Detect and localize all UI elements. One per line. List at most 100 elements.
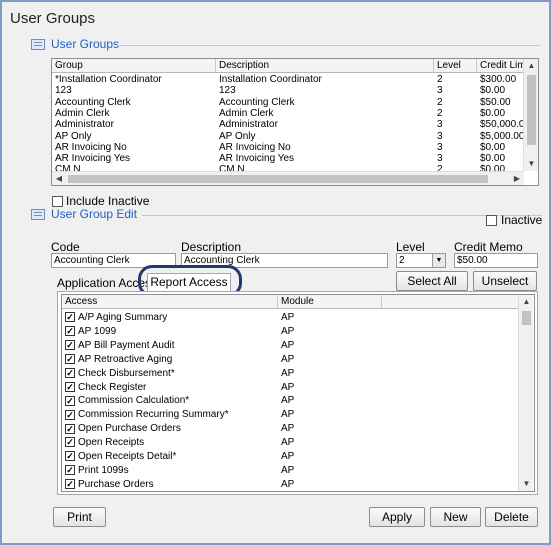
table-row[interactable]: Admin Clerk Admin Clerk 2 $0.00 bbox=[52, 108, 525, 119]
access-name: Commission Recurring Summary* bbox=[78, 409, 229, 421]
access-row[interactable]: ✓ AP Retroactive Aging AP bbox=[62, 353, 382, 366]
check-icon[interactable]: ✓ bbox=[65, 395, 75, 406]
scroll-thumb[interactable] bbox=[522, 311, 531, 325]
scroll-up-icon[interactable]: ▲ bbox=[524, 59, 538, 73]
cell-level: 3 bbox=[437, 130, 443, 142]
access-module: AP bbox=[281, 478, 295, 490]
edit-section-title: User Group Edit bbox=[51, 207, 138, 221]
column-header-module[interactable]: Module bbox=[278, 295, 382, 308]
access-module: AP bbox=[281, 464, 295, 476]
include-inactive-checkbox[interactable] bbox=[52, 196, 63, 207]
new-button[interactable]: New bbox=[430, 507, 481, 527]
check-icon[interactable]: ✓ bbox=[65, 451, 75, 462]
check-icon[interactable]: ✓ bbox=[65, 409, 75, 420]
access-row[interactable]: ✓ Purchase Orders AP bbox=[62, 478, 382, 491]
cell-credit-limit: $0.00 bbox=[480, 141, 506, 153]
check-icon[interactable]: ✓ bbox=[65, 479, 75, 490]
access-vertical-scrollbar[interactable]: ▲ ▼ bbox=[518, 295, 533, 491]
check-icon[interactable]: ✓ bbox=[65, 423, 75, 434]
table-row[interactable]: Accounting Clerk Accounting Clerk 2 $50.… bbox=[52, 97, 525, 108]
access-module: AP bbox=[281, 381, 295, 393]
check-icon[interactable]: ✓ bbox=[65, 437, 75, 448]
cell-level: 2 bbox=[437, 96, 443, 108]
scroll-thumb[interactable] bbox=[527, 75, 536, 145]
cell-level: 2 bbox=[437, 74, 443, 85]
access-module: AP bbox=[281, 367, 295, 379]
check-icon[interactable]: ✓ bbox=[65, 326, 75, 337]
access-row[interactable]: ✓ Commission Recurring Summary* AP bbox=[62, 408, 382, 421]
access-module: AP bbox=[281, 437, 295, 449]
cell-description: Accounting Clerk bbox=[219, 96, 295, 108]
tab-application-access[interactable]: Application Access bbox=[57, 275, 157, 292]
column-header-description[interactable]: Description bbox=[216, 59, 434, 72]
cell-credit-limit: $50.00 bbox=[480, 96, 511, 108]
report-access-panel: Access Module ✓ A/P Aging Summary AP ✓ AP 10… bbox=[57, 291, 538, 495]
cell-credit-limit: $0.00 bbox=[480, 107, 506, 119]
access-row[interactable]: ✓ Open Purchase Orders AP bbox=[62, 422, 382, 435]
access-module: AP bbox=[281, 353, 295, 365]
access-row[interactable]: ✓ A/P Aging Summary AP bbox=[62, 311, 382, 324]
groups-table[interactable]: Group Description Level Credit Limit *In… bbox=[51, 58, 539, 186]
inactive-checkbox[interactable] bbox=[486, 215, 497, 226]
access-module: AP bbox=[281, 325, 295, 337]
groups-vertical-scrollbar[interactable]: ▲ ▼ bbox=[523, 59, 538, 171]
column-header-credit-limit[interactable]: Credit Limit bbox=[477, 59, 525, 72]
user-groups-window: User Groups User Groups Group Descriptio… bbox=[0, 0, 551, 545]
column-header-access[interactable]: Access bbox=[62, 295, 278, 308]
groups-horizontal-scrollbar[interactable]: ◀ ▶ bbox=[52, 171, 524, 185]
cell-description: Administrator bbox=[219, 119, 278, 131]
access-row[interactable]: ✓ AP 1099 AP bbox=[62, 325, 382, 338]
section-divider bbox=[117, 45, 540, 46]
cell-description: AR Invoicing Yes bbox=[219, 153, 295, 165]
access-row[interactable]: ✓ Check Disbursement* AP bbox=[62, 367, 382, 380]
level-label: Level bbox=[396, 240, 425, 254]
scroll-left-icon[interactable]: ◀ bbox=[52, 172, 66, 185]
access-row[interactable]: ✓ Open Receipts AP bbox=[62, 436, 382, 449]
print-button[interactable]: Print bbox=[53, 507, 106, 527]
include-inactive-label: Include Inactive bbox=[66, 194, 150, 208]
level-select[interactable]: 2 ▼ bbox=[396, 253, 446, 268]
chevron-down-icon[interactable]: ▼ bbox=[432, 254, 445, 267]
cell-description: AR Invoicing No bbox=[219, 141, 291, 153]
access-row[interactable]: ✓ AP Bill Payment Audit AP bbox=[62, 339, 382, 352]
scroll-thumb[interactable] bbox=[68, 175, 488, 183]
access-row[interactable]: ✓ Print 1099s AP bbox=[62, 464, 382, 477]
cell-credit-limit: $50,000.00 bbox=[480, 119, 525, 131]
check-icon[interactable]: ✓ bbox=[65, 367, 75, 378]
table-row[interactable]: AR Invoicing No AR Invoicing No 3 $0.00 bbox=[52, 142, 525, 153]
access-row[interactable]: ✓ Commission Calculation* AP bbox=[62, 394, 382, 407]
table-row[interactable]: AP Only AP Only 3 $5,000.00 bbox=[52, 131, 525, 142]
table-row[interactable]: *Installation Coordinator Installation C… bbox=[52, 74, 525, 85]
cell-credit-limit: $0.00 bbox=[480, 153, 506, 165]
table-row[interactable]: Administrator Administrator 3 $50,000.00 bbox=[52, 119, 525, 130]
delete-button[interactable]: Delete bbox=[485, 507, 538, 527]
scroll-down-icon[interactable]: ▼ bbox=[524, 157, 538, 171]
cell-level: 3 bbox=[437, 141, 443, 153]
access-name: AP Bill Payment Audit bbox=[78, 339, 175, 351]
scroll-up-icon[interactable]: ▲ bbox=[519, 295, 534, 309]
select-all-button[interactable]: Select All bbox=[396, 271, 468, 291]
scroll-down-icon[interactable]: ▼ bbox=[519, 477, 534, 491]
check-icon[interactable]: ✓ bbox=[65, 340, 75, 351]
credit-memo-limit-field[interactable]: $50.00 bbox=[454, 253, 538, 268]
check-icon[interactable]: ✓ bbox=[65, 465, 75, 476]
access-name: Open Receipts bbox=[78, 437, 145, 449]
cell-level: 2 bbox=[437, 107, 443, 119]
access-table-header: Access Module bbox=[62, 295, 521, 309]
apply-button[interactable]: Apply bbox=[369, 507, 425, 527]
cell-group: *Installation Coordinator bbox=[55, 74, 162, 85]
table-row[interactable]: 123 123 3 $0.00 bbox=[52, 85, 525, 96]
column-header-group[interactable]: Group bbox=[52, 59, 216, 72]
scroll-right-icon[interactable]: ▶ bbox=[510, 172, 524, 185]
access-name: Check Register bbox=[78, 381, 147, 393]
access-row[interactable]: ✓ Check Register AP bbox=[62, 381, 382, 394]
access-row[interactable]: ✓ Open Receipts Detail* AP bbox=[62, 450, 382, 463]
access-name: Open Receipts Detail* bbox=[78, 451, 177, 462]
column-header-level[interactable]: Level bbox=[434, 59, 477, 72]
check-icon[interactable]: ✓ bbox=[65, 312, 75, 323]
check-icon[interactable]: ✓ bbox=[65, 354, 75, 365]
check-icon[interactable]: ✓ bbox=[65, 381, 75, 392]
unselect-all-button[interactable]: Unselect All bbox=[473, 271, 537, 306]
table-row[interactable]: AR Invoicing Yes AR Invoicing Yes 3 $0.0… bbox=[52, 153, 525, 164]
cell-level: 3 bbox=[437, 119, 443, 131]
